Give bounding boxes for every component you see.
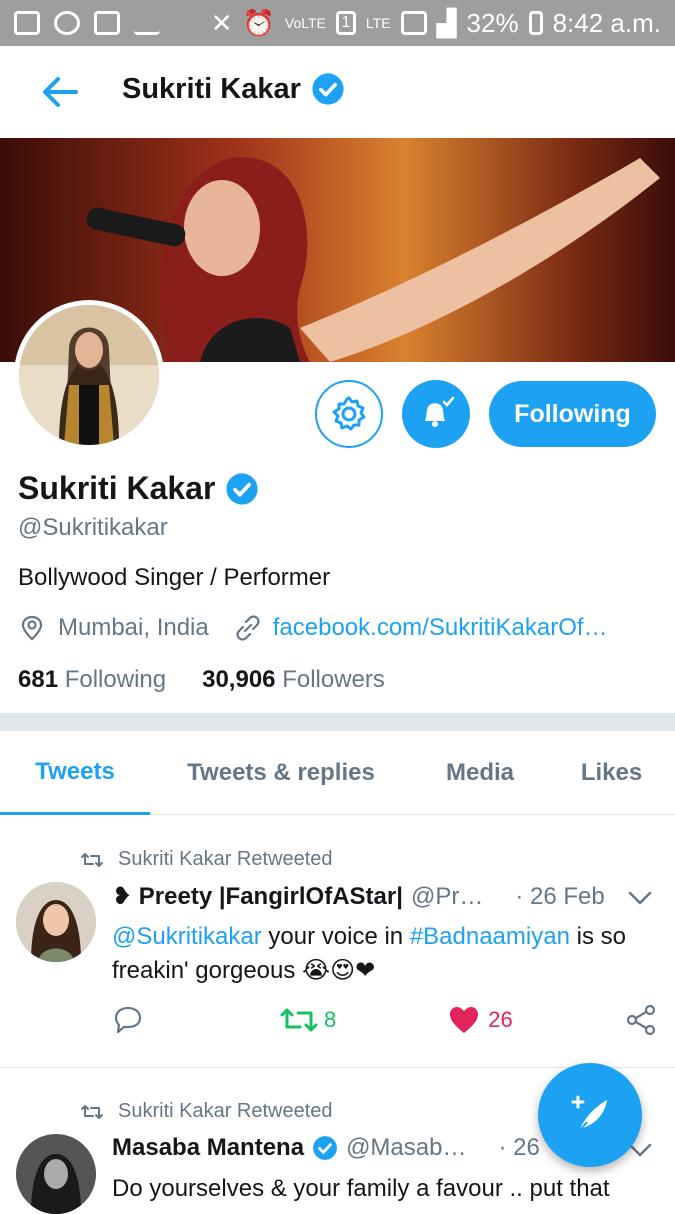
reply-icon[interactable]: [112, 1005, 144, 1035]
tweet-author-handle: @Pr…: [410, 882, 484, 910]
like-count: 26: [488, 1007, 513, 1032]
followers-count: 30,906: [202, 666, 276, 693]
tweet-author-name[interactable]: Masaba Mantena: [112, 1134, 304, 1162]
location-text: Mumbai, India: [58, 614, 209, 641]
profile-handle: @Sukritikakar: [18, 514, 168, 541]
gallery-notification-icon: [94, 11, 120, 35]
website-link[interactable]: facebook.com/SukritiKakarOf…: [273, 614, 608, 642]
whatsapp-notification-icon: [54, 11, 80, 35]
avatar-photo: [16, 1134, 96, 1214]
tweet-author-name[interactable]: ❥ Preety |FangirlOfAStar|: [112, 882, 403, 911]
followers-label: Followers: [282, 666, 385, 693]
tweet-item[interactable]: Sukriti Kakar Retweeted ❥ Preety |Fangir…: [0, 816, 675, 1068]
profile-tabs: Tweets Tweets & replies Media Likes: [0, 731, 675, 815]
status-bar: ✕ ⏰ VoLTE 1 LTE ▟ 32% 8:42 a.m.: [0, 0, 675, 46]
battery-icon: [528, 11, 543, 35]
avatar-photo: [16, 882, 96, 962]
retweet-context: Sukriti Kakar Retweeted: [80, 1100, 333, 1123]
back-arrow-icon[interactable]: [40, 72, 80, 112]
bell-check-icon: [425, 396, 455, 427]
battery-percent: 32%: [466, 7, 519, 38]
tweet-date: · 26 Feb: [515, 882, 605, 910]
verified-badge-icon: [312, 73, 344, 105]
clock: 8:42 a.m.: [552, 7, 661, 38]
following-button[interactable]: Following: [489, 381, 656, 447]
follow-stats: 681 Following 30,906 Followers: [18, 666, 385, 694]
compose-quill-icon: [571, 1095, 607, 1135]
profile-bio: Bollywood Singer / Performer: [18, 564, 331, 591]
tab-likes[interactable]: Likes: [548, 731, 675, 815]
link-icon: [236, 615, 260, 641]
profile-name: Sukriti Kakar: [18, 470, 259, 507]
retweet-small-icon: [81, 852, 103, 867]
tweet-hashtag[interactable]: #Badnaamiyan: [410, 923, 570, 950]
retweet-count: 8: [324, 1007, 337, 1032]
gear-icon: [332, 396, 366, 431]
tweet-header: Masaba Mantena @Masab… · 26: [112, 1134, 540, 1162]
following-label: Following: [64, 666, 167, 693]
tweet-actions: 8 26: [112, 1004, 657, 1036]
tweet-text-part: your voice in: [261, 923, 410, 950]
chevron-down-icon[interactable]: [626, 884, 654, 912]
retweet-context-text: Sukriti Kakar Retweeted: [118, 1100, 333, 1122]
tweet-mention[interactable]: @Sukritikakar: [112, 923, 262, 950]
signal-icon: [400, 11, 427, 35]
following-count: 681: [18, 666, 59, 693]
heart-icon: [450, 1007, 479, 1033]
followers-stat[interactable]: 30,906 Followers: [202, 666, 385, 694]
tweet-text: Do yourselves & your family a favour .. …: [112, 1175, 610, 1202]
tweet-date: · 26: [498, 1134, 540, 1161]
signal-bars-icon: ▟: [436, 7, 457, 38]
location-pin-icon: [21, 615, 43, 641]
mute-icon: ✕: [210, 7, 233, 38]
verified-badge-icon: [226, 472, 259, 505]
tweet-author-avatar[interactable]: [16, 1134, 96, 1214]
alarm-icon: ⏰: [242, 7, 275, 38]
facebook-notification-icon: [14, 11, 40, 35]
profile-name-text: Sukriti Kakar: [18, 470, 216, 506]
tweet-author-handle: @Masab…: [346, 1134, 467, 1161]
section-divider: [0, 713, 675, 731]
compose-tweet-button[interactable]: [538, 1063, 642, 1167]
tab-media[interactable]: Media: [412, 731, 548, 815]
volte-icon: VoLTE: [284, 15, 326, 31]
profile-meta: Mumbai, India facebook.com/SukritiKakarO…: [18, 614, 608, 642]
avatar-photo: [19, 305, 159, 445]
retweet-action[interactable]: 8: [280, 1006, 336, 1034]
usb-icon: [134, 11, 160, 35]
verified-badge-icon: [313, 1136, 337, 1160]
tab-tweets[interactable]: Tweets: [0, 731, 150, 815]
like-action[interactable]: 26: [448, 1005, 513, 1035]
tweet-author-avatar[interactable]: [16, 882, 96, 962]
retweet-context-text: Sukriti Kakar Retweeted: [118, 848, 333, 870]
tweet-header: ❥ Preety |FangirlOfAStar| @Pr… · 26 Feb: [112, 882, 605, 911]
settings-button[interactable]: [315, 380, 383, 448]
retweet-small-icon: [81, 1104, 103, 1119]
retweet-icon: [280, 1008, 318, 1032]
tab-tweets-replies[interactable]: Tweets & replies: [150, 731, 412, 815]
tweet-text: @Sukritikakar your voice in #Badnaamiyan…: [112, 920, 652, 988]
page-title-text: Sukriti Kakar: [122, 72, 301, 105]
profile-avatar[interactable]: [14, 300, 164, 450]
page-title: Sukriti Kakar: [122, 72, 345, 106]
sim-icon: 1: [335, 11, 356, 35]
app-bar: Sukriti Kakar: [0, 46, 675, 138]
share-icon[interactable]: [625, 1004, 657, 1036]
lte-icon: LTE: [365, 15, 391, 31]
following-stat[interactable]: 681 Following: [18, 666, 166, 694]
notifications-button[interactable]: [402, 380, 470, 448]
retweet-context: Sukriti Kakar Retweeted: [80, 848, 333, 871]
